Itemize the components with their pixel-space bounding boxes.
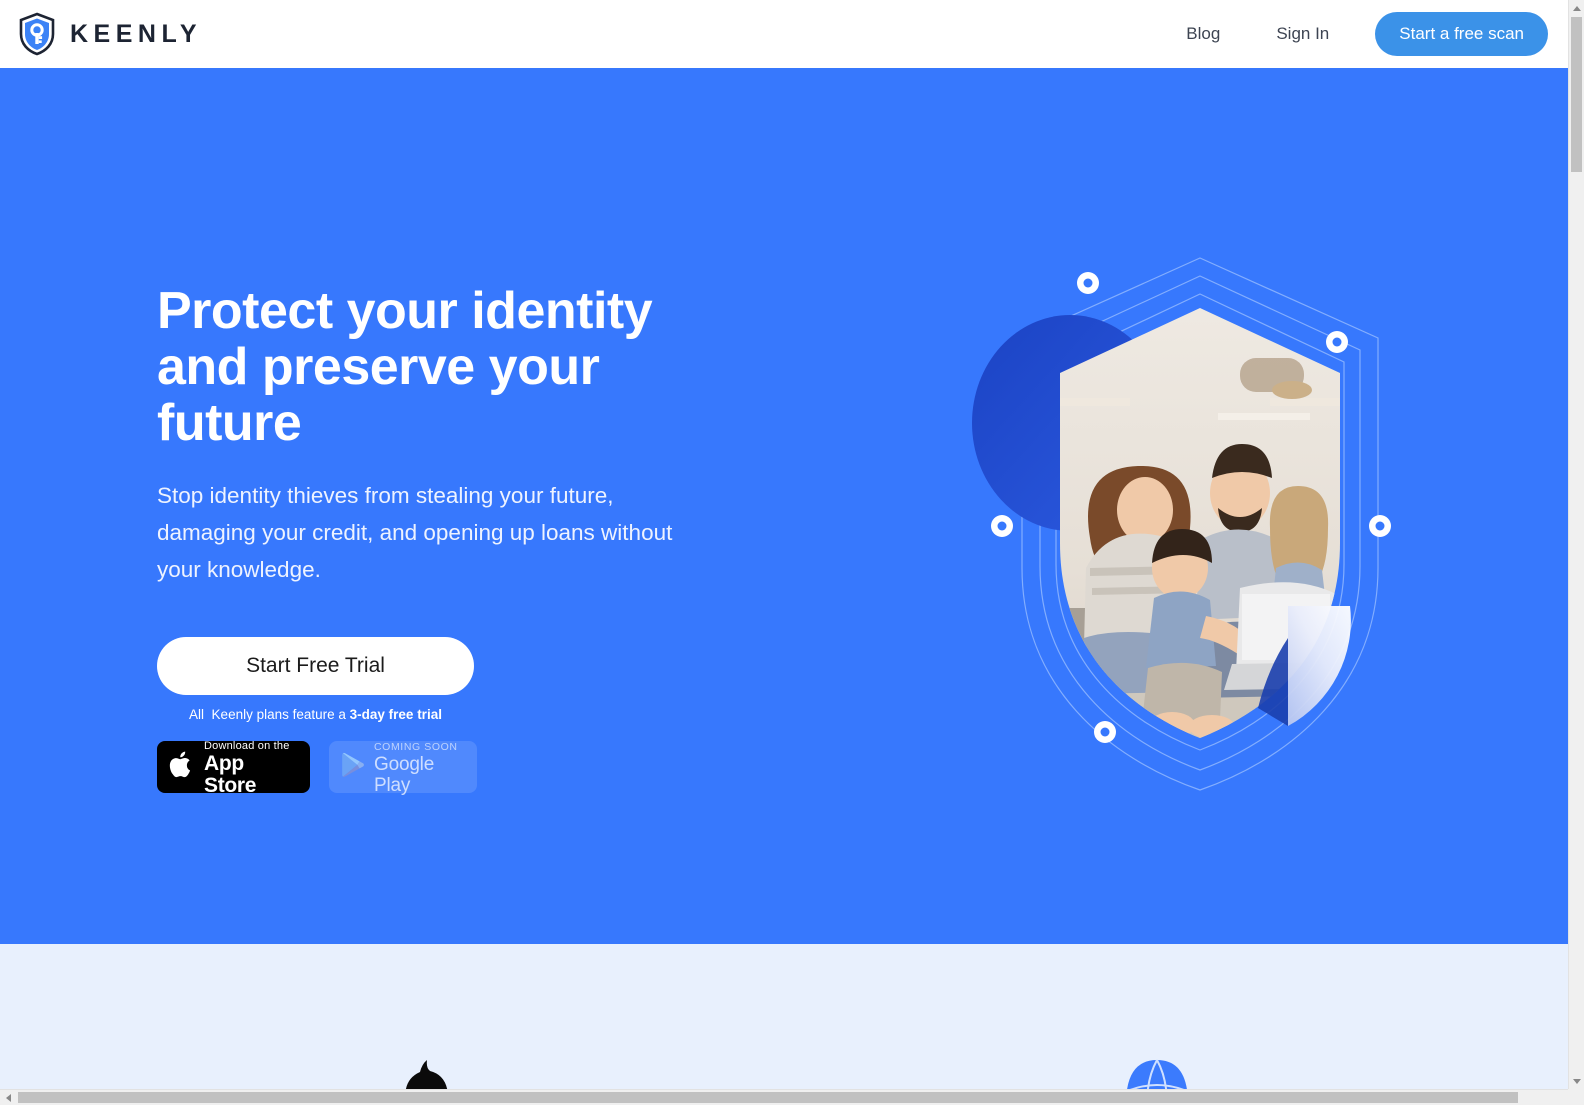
free-trial-note-bold: 3-day free trial [349, 707, 442, 722]
shield-family-photo [940, 238, 1460, 818]
scroll-down-arrow-icon[interactable] [1569, 1073, 1584, 1089]
hero-section: Protect your identity and preserve your … [0, 68, 1568, 944]
scroll-up-arrow-icon[interactable] [1569, 0, 1584, 16]
google-play-icon [340, 751, 366, 784]
brand-name: KEENLY [70, 19, 203, 48]
blue-globe-partial-icon [1122, 1056, 1192, 1089]
free-trial-note: All Keenly plans feature a 3-day free tr… [157, 707, 474, 722]
start-free-scan-button[interactable]: Start a free scan [1375, 12, 1548, 56]
vertical-scrollbar[interactable] [1568, 0, 1584, 1089]
google-play-badge[interactable]: COMING SOON Google Play [329, 741, 477, 796]
vertical-scrollbar-thumb[interactable] [1571, 17, 1582, 172]
app-store-badge-bottom: App Store [204, 752, 257, 798]
horizontal-scrollbar-thumb[interactable] [18, 1092, 1518, 1103]
horizontal-scrollbar[interactable] [0, 1089, 1568, 1105]
google-play-badge-bottom: Google Play [374, 753, 435, 796]
app-store-badge[interactable]: Download on the App Store [157, 740, 310, 797]
app-store-badge-text: Download on the App Store [204, 737, 298, 798]
site-header: KEENLY Blog Sign In Start a free scan [0, 0, 1568, 68]
google-play-badge-text: COMING SOON Google Play [374, 737, 466, 796]
nav-link-sign-in[interactable]: Sign In [1248, 14, 1357, 54]
app-store-badge-top: Download on the [204, 739, 290, 752]
dark-partial-icon [398, 1054, 454, 1089]
hero-subtitle: Stop identity thieves from stealing your… [157, 483, 673, 582]
features-section [0, 944, 1568, 1089]
browser-viewport: KEENLY Blog Sign In Start a free scan Pr… [0, 0, 1584, 1105]
start-free-trial-button[interactable]: Start Free Trial [157, 637, 474, 695]
hero-copy: Protect your identity and preserve your … [157, 282, 797, 797]
page-content: KEENLY Blog Sign In Start a free scan Pr… [0, 0, 1568, 1089]
free-trial-note-prefix: All Keenly plans feature a [189, 707, 350, 722]
nav-link-blog[interactable]: Blog [1158, 14, 1248, 54]
page-title: Protect your identity and preserve your … [157, 282, 653, 452]
google-play-badge-top: COMING SOON [374, 741, 458, 754]
scrollbar-corner [1568, 1089, 1584, 1105]
brand-logo[interactable]: KEENLY [18, 12, 202, 56]
apple-icon [169, 749, 195, 785]
store-badges: Download on the App Store COMING SOON Go… [157, 740, 797, 797]
shield-key-icon [18, 12, 56, 56]
main-nav: Blog Sign In Start a free scan [1158, 12, 1548, 56]
scroll-left-arrow-icon[interactable] [0, 1090, 16, 1105]
